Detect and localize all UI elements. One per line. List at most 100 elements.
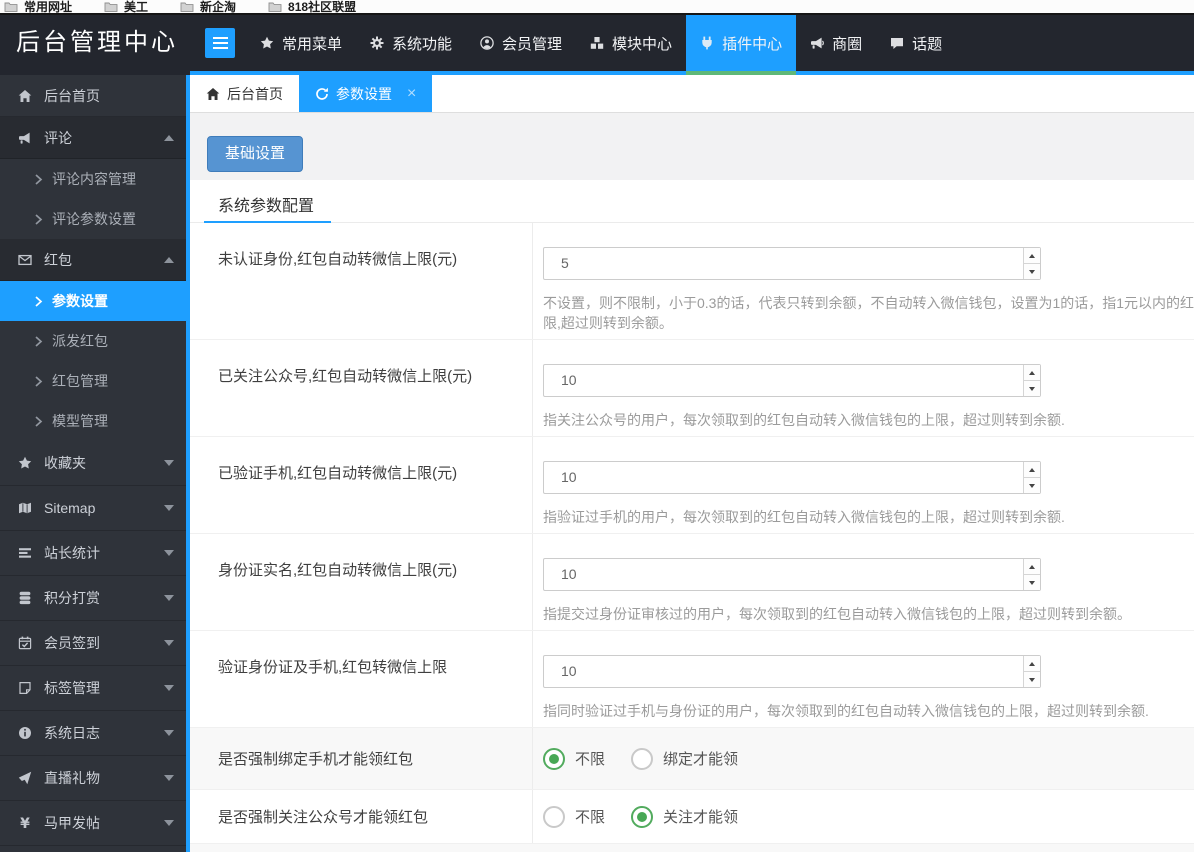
sidebar-group-label: 评论	[44, 129, 72, 146]
spinner-up-button[interactable]	[1024, 365, 1040, 381]
sidebar-group-label: Sitemap	[44, 500, 96, 516]
sidebar-group-会员签到[interactable]: 会员签到	[0, 621, 190, 666]
sidebar-group-标签管理[interactable]: 标签管理	[0, 666, 190, 711]
folder-icon	[104, 0, 124, 14]
form-row: 已关注公众号,红包自动转微信上限(元) 10 指关注公众号的用户，每次领取到的红包自…	[190, 340, 1194, 437]
sidebar-item-参数设置[interactable]: 参数设置	[0, 281, 190, 321]
radio-option-不限[interactable]: 不限	[543, 805, 605, 828]
field-help-text: 指验证过手机的用户，每次领取到的红包自动转入微信钱包的上限，超过则转到余额.	[543, 507, 1194, 527]
nav-item-label: 系统功能	[392, 35, 453, 53]
number-input[interactable]: 10	[543, 558, 1041, 591]
spinner-down-button[interactable]	[1024, 478, 1040, 493]
radio-selected-icon[interactable]	[631, 805, 654, 828]
radio-option-绑定才能领[interactable]: 绑定才能领	[631, 747, 738, 770]
number-input[interactable]: 10	[543, 461, 1041, 494]
sidebar-item-模型管理[interactable]: 模型管理	[0, 401, 190, 441]
radio-unselected-icon[interactable]	[543, 805, 565, 828]
sidebar-item-派发红包[interactable]: 派发红包	[0, 321, 190, 361]
spinner-up-button[interactable]	[1024, 656, 1040, 672]
sidebar-group-马甲发帖[interactable]: ¥ 马甲发帖	[0, 801, 190, 846]
radio-option-label: 关注才能领	[663, 809, 739, 826]
sidebar-group-评论[interactable]: 评论	[0, 117, 190, 159]
form-row: 是否强制关注公众号才能领红包 不限 关注才能领	[190, 790, 1194, 844]
sidebar-group-积分打赏[interactable]: 积分打赏	[0, 576, 190, 621]
number-input[interactable]: 10	[543, 655, 1041, 688]
nav-item-系统功能[interactable]: 系统功能	[356, 15, 466, 71]
tab-参数设置[interactable]: 参数设置 ×	[299, 75, 433, 112]
form-row: 身份证实名,红包自动转微信上限(元) 10 指提交过身份证审核过的用户，每次领取到的…	[190, 534, 1194, 631]
bookmark-item[interactable]: 常用网址	[4, 0, 72, 15]
spinner-down-button[interactable]	[1024, 381, 1040, 396]
nav-item-商圈[interactable]: 商圈	[796, 15, 876, 71]
radio-option-不限[interactable]: 不限	[543, 747, 605, 770]
form-row-field: 10 指提交过身份证审核过的用户，每次领取到的红包自动转入微信钱包的上限，超过则转…	[533, 534, 1194, 630]
sidebar-group-Sitemap[interactable]: Sitemap	[0, 486, 190, 531]
tab-label: 后台首页	[227, 85, 283, 102]
sidebar-item-红包管理[interactable]: 红包管理	[0, 361, 190, 401]
form-row: 验证身份证及手机,红包转微信上限 10 指同时验证过手机与身份证的用户，每次领取到的…	[190, 631, 1194, 728]
chevron-right-icon	[34, 173, 43, 185]
sidebar-group-label: 站长统计	[44, 545, 100, 561]
arrow-up-icon	[1029, 253, 1035, 258]
hamburger-icon	[212, 37, 228, 39]
form-row: 未认证身份,红包自动转微信上限(元) 5 不设置，则不限制，小于0.3的话，代表只转…	[190, 223, 1194, 340]
spinner-down-button[interactable]	[1024, 672, 1040, 687]
arrow-down-icon	[1029, 386, 1035, 391]
cubes-icon	[590, 36, 604, 50]
spinner-up-button[interactable]	[1024, 559, 1040, 575]
radio-selected-icon[interactable]	[543, 747, 565, 770]
sidebar-item-后台首页[interactable]: 后台首页	[0, 75, 190, 117]
basic-settings-button[interactable]: 基础设置	[207, 136, 304, 172]
arrow-up-icon	[1029, 661, 1035, 666]
home-icon	[16, 89, 34, 103]
chevron-right-icon	[34, 213, 43, 225]
sidebar-group-label: 标签管理	[44, 680, 100, 696]
nav-item-label: 插件中心	[722, 35, 783, 53]
number-input[interactable]: 10	[543, 364, 1041, 397]
tab-close-icon[interactable]: ×	[407, 85, 416, 102]
tab-后台首页[interactable]: 后台首页	[190, 75, 299, 112]
nav-item-会员管理[interactable]: 会员管理	[466, 15, 576, 71]
number-spinner	[1023, 248, 1040, 279]
caret-down-icon	[164, 505, 174, 511]
sidebar-item-评论内容管理[interactable]: 评论内容管理	[0, 159, 190, 199]
help-line: 不设置，则不限制，小于0.3的话，代表只转到余额，不自动转入微信钱包，设置为1的…	[543, 295, 1194, 311]
nav-item-话题[interactable]: 话题	[876, 15, 956, 71]
nav-item-插件中心[interactable]: 插件中心	[686, 15, 797, 75]
caret-down-icon	[164, 820, 174, 826]
radio-option-关注才能领[interactable]: 关注才能领	[631, 805, 739, 828]
spinner-up-button[interactable]	[1024, 248, 1040, 264]
settings-panel: 系统参数配置 未认证身份,红包自动转微信上限(元) 5 不设置，则不限制，小于0.3…	[190, 180, 1194, 852]
radio-unselected-icon[interactable]	[631, 747, 654, 770]
toolbar-band: 基础设置	[190, 112, 1194, 180]
paper-plane-icon	[16, 771, 34, 785]
align-list-icon	[16, 546, 34, 560]
number-input[interactable]: 5	[543, 247, 1041, 280]
nav-item-常用菜单[interactable]: 常用菜单	[246, 15, 356, 71]
form-row-field: 10 指验证过手机的用户，每次领取到的红包自动转入微信钱包的上限，超过则转到余额.	[533, 437, 1194, 533]
field-help-text: 指提交过身份证审核过的用户，每次领取到的红包自动转入微信钱包的上限，超过则转到余…	[543, 604, 1194, 624]
sidebar-group-label: 系统日志	[44, 725, 100, 741]
tab-label: 参数设置	[336, 85, 392, 102]
bookmark-item[interactable]: 818社区联盟	[268, 0, 356, 15]
number-input-value: 10	[561, 372, 577, 388]
browser-bookmarks-bar: 常用网址 美工 新企淘 818社区联盟	[0, 0, 1194, 15]
nav-item-模块中心[interactable]: 模块中心	[576, 15, 686, 71]
menu-toggle-button[interactable]	[205, 28, 235, 58]
sidebar-group-直播礼物[interactable]: 直播礼物	[0, 756, 190, 801]
header-underline-dark	[0, 71, 190, 75]
folder-icon	[180, 0, 200, 14]
caret-down-icon	[164, 460, 174, 466]
sidebar-group-系统日志[interactable]: 系统日志	[0, 711, 190, 756]
next-row-partial	[190, 844, 1194, 852]
bookmark-item[interactable]: 新企淘	[180, 0, 236, 15]
sidebar-item-评论参数设置[interactable]: 评论参数设置	[0, 199, 190, 239]
sidebar-group-收藏夹[interactable]: 收藏夹	[0, 441, 190, 486]
spinner-up-button[interactable]	[1024, 462, 1040, 478]
bookmark-label: 818社区联盟	[288, 0, 357, 14]
sidebar-group-站长统计[interactable]: 站长统计	[0, 531, 190, 576]
bookmark-item[interactable]: 美工	[104, 0, 148, 15]
sidebar-group-红包[interactable]: 红包	[0, 239, 190, 281]
spinner-down-button[interactable]	[1024, 575, 1040, 590]
spinner-down-button[interactable]	[1024, 264, 1040, 279]
